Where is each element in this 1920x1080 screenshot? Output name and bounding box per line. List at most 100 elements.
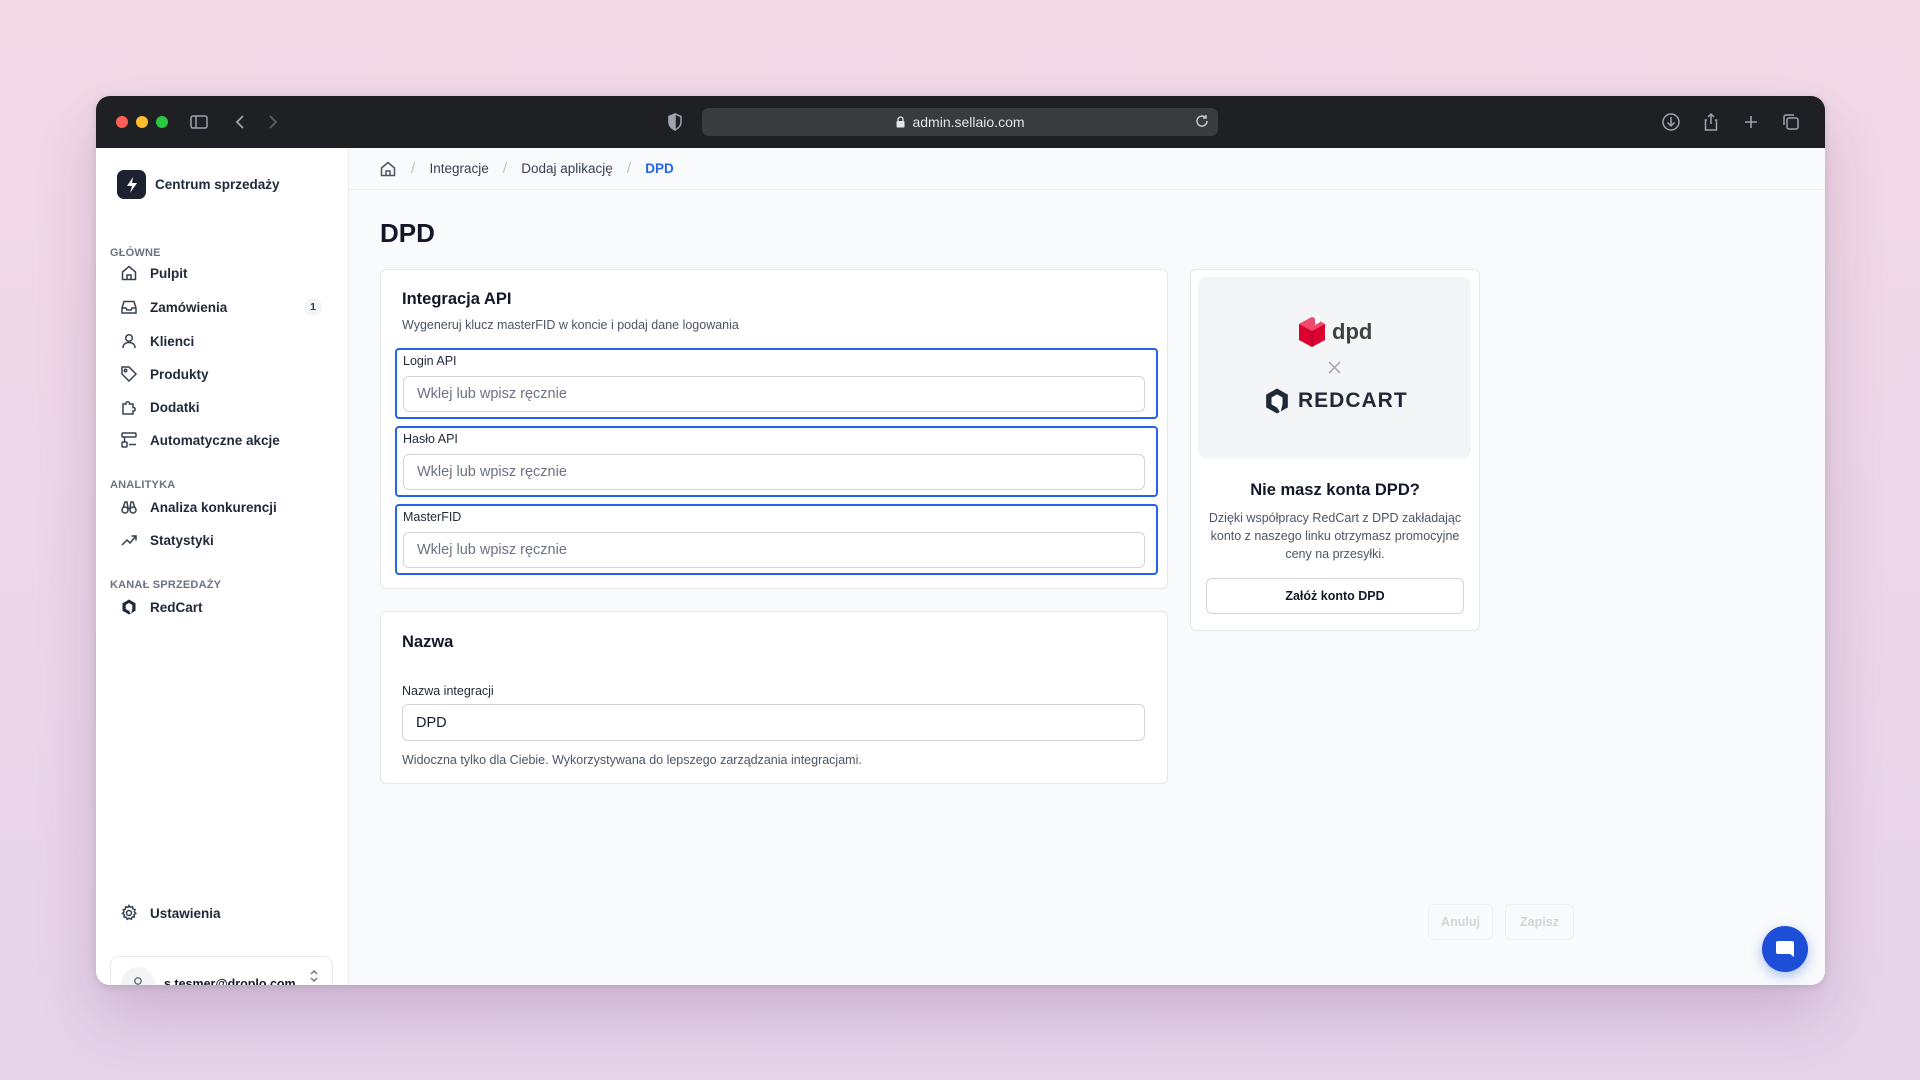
downloads-icon[interactable]: [1661, 112, 1681, 132]
sidebar-item-label: Dodatki: [150, 399, 200, 415]
sidebar-item-label: Produkty: [150, 366, 209, 382]
sidebar-item-label: Analiza konkurencji: [150, 499, 277, 515]
integration-name-input[interactable]: [402, 704, 1145, 741]
sidebar-item-label: Automatyczne akcje: [150, 432, 280, 448]
sidebar-item-label: Statystyki: [150, 532, 214, 548]
forward-icon[interactable]: [262, 112, 282, 132]
browser-window: admin.sellaio.com Centrum sprzedaży GŁÓW…: [96, 96, 1825, 985]
window-controls: [116, 116, 168, 128]
sidebar-item-products[interactable]: Produkty: [110, 359, 332, 389]
brand[interactable]: Centrum sprzedaży: [117, 170, 280, 199]
binoculars-icon: [121, 501, 137, 514]
sidebar-item-label: Ustawienia: [150, 905, 221, 921]
sidebar-item-settings[interactable]: Ustawienia: [110, 898, 332, 928]
dpd-logo-text: dpd: [1332, 319, 1373, 344]
home-icon: [121, 265, 137, 281]
chat-widget-button[interactable]: [1762, 926, 1808, 972]
back-icon[interactable]: [231, 112, 251, 132]
breadcrumb-separator: /: [502, 159, 508, 177]
sidebar-item-automations[interactable]: Automatyczne akcje: [110, 425, 332, 455]
masterfid-field-highlight: MasterFID: [395, 504, 1158, 575]
breadcrumb-item-add-app[interactable]: Dodaj aplikację: [521, 161, 613, 176]
gear-icon: [121, 904, 137, 921]
user-avatar-icon: [134, 977, 142, 985]
user-menu[interactable]: s.tesmer@droplo.com: [110, 956, 333, 985]
share-icon[interactable]: [1701, 112, 1721, 132]
sidebar-item-dashboard[interactable]: Pulpit: [110, 258, 332, 288]
sidebar-item-addons[interactable]: Dodatki: [110, 392, 332, 422]
cross-icon: [1328, 361, 1341, 374]
masterfid-label: MasterFID: [403, 510, 462, 524]
brand-logo-icon: [117, 170, 146, 199]
puzzle-icon: [122, 401, 136, 415]
integration-name-help: Widoczna tylko dla Ciebie. Wykorzystywan…: [402, 753, 862, 767]
redcart-logo-icon: [122, 599, 136, 615]
minimize-window-button[interactable]: [136, 116, 148, 128]
breadcrumb-separator: /: [411, 159, 416, 177]
password-api-input[interactable]: [403, 454, 1145, 490]
close-window-button[interactable]: [116, 116, 128, 128]
sidebar-toggle-icon[interactable]: [189, 112, 209, 132]
dpd-cube-icon: [1299, 316, 1325, 347]
user-icon: [122, 333, 136, 349]
redcart-logo-text: REDCART: [1298, 389, 1408, 412]
sidebar-item-label: Zamówienia: [150, 299, 228, 315]
avatar: [121, 967, 155, 985]
sidebar-item-label: Klienci: [150, 333, 195, 349]
sidebar-item-label: Pulpit: [150, 265, 188, 281]
promo-title: Nie masz konta DPD?: [1250, 481, 1420, 499]
chat-icon: [1776, 941, 1794, 957]
home-icon[interactable]: [379, 160, 397, 178]
redcart-logo: REDCART: [1262, 385, 1408, 417]
save-button[interactable]: Zapisz: [1505, 904, 1574, 940]
trending-up-icon: [121, 535, 137, 546]
new-tab-icon[interactable]: [1741, 112, 1761, 132]
dpd-promo-card: dpd REDCART Nie masz konta DPD? Dzięki w…: [1190, 269, 1480, 631]
api-card-description: Wygeneruj klucz masterFID w koncie i pod…: [402, 318, 739, 332]
breadcrumb-item-integrations[interactable]: Integracje: [429, 161, 488, 176]
login-api-input[interactable]: [403, 376, 1145, 412]
masterfid-input[interactable]: [403, 532, 1145, 568]
main-content: / Integracje / Dodaj aplikację / DPD DPD…: [349, 148, 1825, 985]
sidebar-item-label: RedCart: [150, 599, 203, 615]
breadcrumb: / Integracje / Dodaj aplikację / DPD: [349, 148, 1825, 190]
inbox-icon: [121, 300, 137, 314]
sidebar-item-orders[interactable]: Zamówienia 1: [110, 292, 332, 322]
breadcrumb-current: DPD: [645, 161, 674, 176]
breadcrumb-separator: /: [626, 159, 632, 177]
address-bar[interactable]: admin.sellaio.com: [702, 108, 1218, 136]
promo-text: Dzięki współpracy RedCart z DPD zakładaj…: [1208, 511, 1462, 561]
reload-icon[interactable]: [1194, 113, 1210, 129]
chevron-up-down-icon: [310, 970, 318, 982]
maximize-window-button[interactable]: [156, 116, 168, 128]
integration-name-label: Nazwa integracji: [402, 684, 494, 698]
sidebar-item-stats[interactable]: Statystyki: [110, 525, 332, 555]
sidebar: Centrum sprzedaży GŁÓWNE Pulpit Zamówien…: [96, 148, 349, 985]
orders-count-badge: 1: [304, 298, 322, 316]
tab-overview-icon[interactable]: [1781, 112, 1801, 132]
sidebar-item-clients[interactable]: Klienci: [110, 326, 332, 356]
name-card-title: Nazwa: [402, 633, 454, 651]
page-title: DPD: [380, 218, 435, 248]
name-card: Nazwa Nazwa integracji Widoczna tylko dl…: [380, 611, 1168, 784]
sidebar-item-competition[interactable]: Analiza konkurencji: [110, 492, 332, 522]
dpd-logo: dpd: [1298, 316, 1372, 348]
api-integration-card: Integracja API Wygeneruj klucz masterFID…: [380, 269, 1168, 589]
nav-section-analytics: ANALITYKA: [110, 479, 176, 491]
cancel-button[interactable]: Anuluj: [1428, 904, 1493, 940]
nav-section-channel: KANAŁ SPRZEDAŻY: [110, 579, 222, 591]
brand-name: Centrum sprzedaży: [155, 177, 280, 192]
redcart-hexagon-icon: [1266, 388, 1288, 414]
lock-icon: [896, 116, 905, 128]
password-api-label: Hasło API: [403, 432, 458, 446]
create-dpd-account-button[interactable]: Załóż konto DPD: [1206, 578, 1464, 614]
api-card-title: Integracja API: [402, 290, 512, 308]
login-api-field-highlight: Login API: [395, 348, 1158, 419]
sidebar-item-redcart[interactable]: RedCart: [110, 592, 332, 622]
workflow-icon: [121, 432, 137, 448]
browser-titlebar: admin.sellaio.com: [96, 96, 1825, 148]
login-api-label: Login API: [403, 354, 457, 368]
password-api-field-highlight: Hasło API: [395, 426, 1158, 497]
user-email: s.tesmer@droplo.com: [164, 977, 296, 985]
privacy-shield-icon[interactable]: [665, 112, 685, 132]
